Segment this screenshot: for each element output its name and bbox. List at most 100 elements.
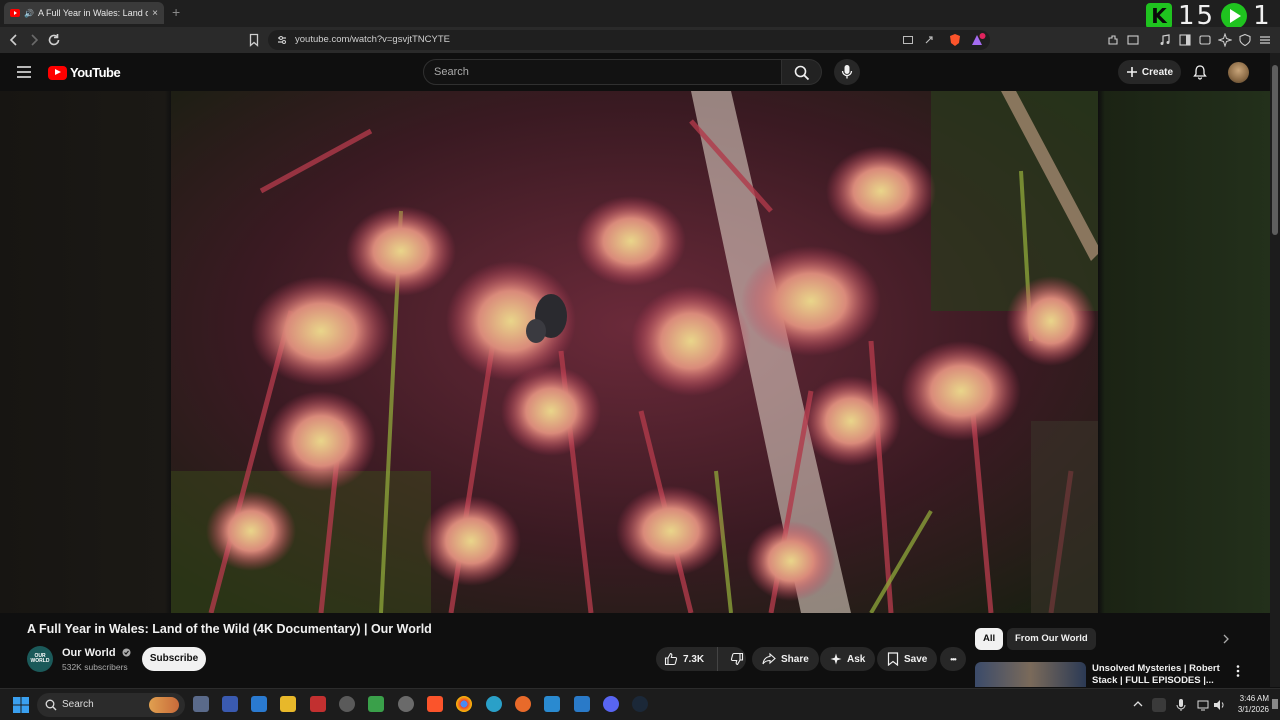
extensions-icon[interactable] <box>1106 33 1120 47</box>
ask-button[interactable]: Ask <box>820 647 876 671</box>
kick-logo-icon: K <box>1146 3 1172 29</box>
microphone-icon <box>841 65 853 79</box>
brave-shields-icon[interactable] <box>948 33 962 47</box>
hamburger-menu-icon[interactable] <box>16 65 32 79</box>
app-icon-3[interactable] <box>310 696 326 712</box>
channel-name[interactable]: Our World <box>62 647 131 659</box>
sidebar-icon[interactable] <box>1178 33 1192 47</box>
notification-center-icon[interactable] <box>1272 699 1278 709</box>
more-actions-button[interactable]: ••• <box>940 647 966 671</box>
related-video-title[interactable]: Unsolved Mysteries | Robert Stack | FULL… <box>1092 663 1222 687</box>
discord-icon[interactable] <box>603 696 619 712</box>
file-explorer-icon[interactable] <box>280 696 296 712</box>
tray-overflow-icon[interactable] <box>1133 700 1143 708</box>
network-icon[interactable] <box>1196 698 1210 712</box>
video-frame-sundew-plants[interactable] <box>171 91 1098 613</box>
app-icon-1[interactable] <box>222 696 238 712</box>
search-button[interactable] <box>782 59 822 85</box>
related-video-thumbnail[interactable] <box>975 662 1086 687</box>
vscode-icon[interactable] <box>574 696 590 712</box>
reload-icon[interactable] <box>46 32 62 48</box>
chip-all[interactable]: All <box>975 628 1004 650</box>
share-page-icon[interactable] <box>924 34 936 46</box>
youtube-logo[interactable]: YouTube <box>48 65 121 80</box>
back-icon[interactable] <box>6 32 22 48</box>
leo-ai-icon[interactable] <box>1218 33 1232 47</box>
plus-icon <box>1126 67 1137 77</box>
address-bar[interactable]: youtube.com/watch?v=gsvjtTNCYTE <box>268 30 990 50</box>
save-button[interactable]: Save <box>877 647 938 671</box>
url-text[interactable]: youtube.com/watch?v=gsvjtTNCYTE <box>295 34 450 45</box>
bookmark-icon[interactable] <box>246 32 262 48</box>
vpn-shield-icon[interactable] <box>1238 33 1252 47</box>
search-input[interactable]: Search <box>423 59 782 85</box>
taskbar-search-label: Search <box>62 699 94 710</box>
subscribe-button[interactable]: Subscribe <box>142 647 206 671</box>
new-tab-button[interactable]: + <box>172 4 180 20</box>
firefox-icon[interactable] <box>515 696 531 712</box>
video-player[interactable] <box>0 91 1270 613</box>
save-label: Save <box>904 653 928 665</box>
voice-search-button[interactable] <box>834 59 860 85</box>
tray-app-icon[interactable] <box>1152 698 1166 712</box>
system-clock[interactable]: 3:46 AM 3/1/2026 <box>1229 693 1269 715</box>
screenshot-icon[interactable] <box>1126 33 1140 47</box>
wallet-icon[interactable] <box>1198 33 1212 47</box>
volume-icon[interactable] <box>1212 698 1226 712</box>
taskbar-search[interactable]: Search <box>37 693 185 717</box>
like-dislike-group: 7.3K <box>656 647 746 671</box>
create-label: Create <box>1141 66 1174 78</box>
youtube-logo-text: YouTube <box>70 65 121 80</box>
share-label: Share <box>781 653 809 665</box>
app-icon-4[interactable] <box>339 696 355 712</box>
tab-title: A Full Year in Wales: Land of the Wild (… <box>37 8 149 18</box>
taskbar-search-icon <box>45 699 57 711</box>
steam-icon[interactable] <box>632 696 648 712</box>
related-video-menu-icon[interactable] <box>1235 664 1241 678</box>
ask-label: Ask <box>847 653 866 665</box>
chrome-icon[interactable] <box>456 696 472 712</box>
audio-playing-icon[interactable]: 🔊 <box>24 9 34 18</box>
site-settings-icon[interactable] <box>276 34 288 46</box>
page-scrollbar[interactable] <box>1270 53 1280 687</box>
verified-badge-icon <box>122 648 131 657</box>
app-icon-7[interactable] <box>544 696 560 712</box>
app-icon-5[interactable] <box>368 696 384 712</box>
brave-rewards-icon[interactable] <box>970 33 986 47</box>
browser-toolbar: youtube.com/watch?v=gsvjtTNCYTE <box>0 27 1280 53</box>
brave-browser-icon[interactable] <box>427 696 443 712</box>
edge-icon[interactable] <box>486 696 502 712</box>
clock-time: 3:46 AM <box>1239 694 1269 703</box>
tray-microphone-icon[interactable] <box>1175 698 1187 712</box>
windows-start-icon[interactable] <box>13 697 29 713</box>
browser-menu-icon[interactable] <box>1258 33 1272 47</box>
tab-close-icon[interactable]: × <box>152 8 158 19</box>
chip-from-channel[interactable]: From Our World <box>1007 628 1096 650</box>
channel-avatar[interactable]: OUR WORLD <box>27 646 53 672</box>
media-controls-icon[interactable] <box>1158 33 1172 47</box>
forward-icon[interactable] <box>26 32 42 48</box>
app-icon-6[interactable] <box>398 696 414 712</box>
notifications-bell-icon[interactable] <box>1192 64 1208 80</box>
cast-icon[interactable] <box>902 34 914 46</box>
channel-name-text[interactable]: Our World <box>62 647 116 659</box>
youtube-logo-icon <box>48 65 67 80</box>
dislike-button[interactable] <box>723 652 744 666</box>
scrollbar-thumb[interactable] <box>1272 65 1278 235</box>
chips-next-arrow-icon[interactable] <box>1221 634 1231 644</box>
app-icon-2[interactable] <box>251 696 267 712</box>
task-view-icon[interactable] <box>193 696 209 712</box>
like-button[interactable]: 7.3K <box>656 647 718 671</box>
create-button[interactable]: Create <box>1118 60 1181 84</box>
share-button[interactable]: Share <box>752 647 819 671</box>
like-count: 7.3K <box>683 653 705 665</box>
thumbs-up-icon <box>664 652 678 666</box>
browser-tab-strip: 🔊 A Full Year in Wales: Land of the Wild… <box>0 0 1280 31</box>
video-title: A Full Year in Wales: Land of the Wild (… <box>27 622 432 636</box>
user-avatar[interactable] <box>1228 62 1249 83</box>
youtube-masthead: YouTube Search Create <box>0 53 1280 91</box>
browser-tab[interactable]: 🔊 A Full Year in Wales: Land of the Wild… <box>4 2 164 24</box>
subscriber-count: 532K subscribers <box>62 662 128 672</box>
thumbs-down-icon <box>730 652 744 666</box>
windows-taskbar: Search 3:46 AM 3/1/2026 <box>0 688 1280 720</box>
